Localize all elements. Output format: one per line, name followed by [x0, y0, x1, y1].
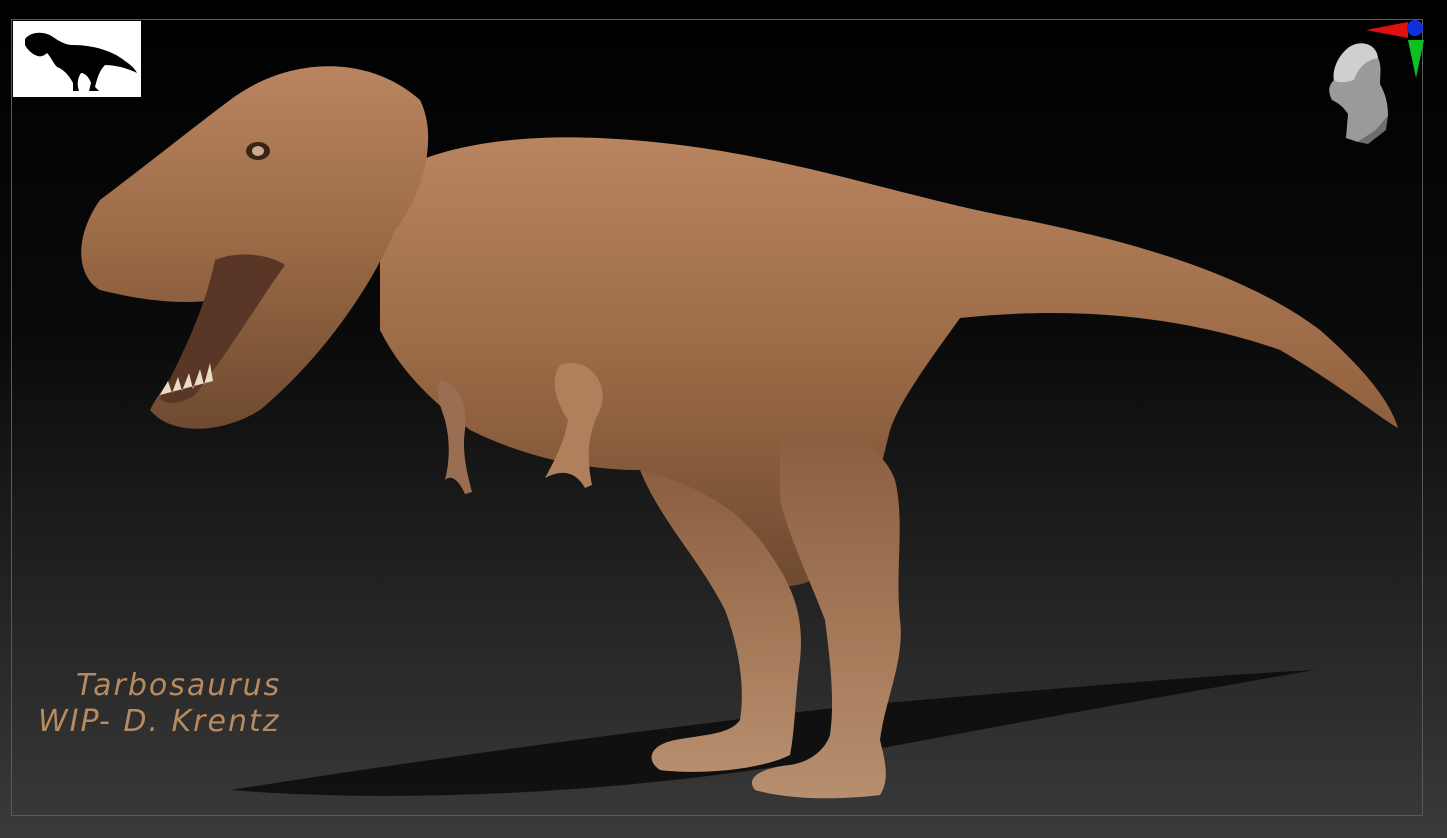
- head-orientation-gizmo-icon[interactable]: [1318, 18, 1428, 148]
- axis-y-icon: [1408, 40, 1424, 78]
- caption-title: Tarbosaurus: [76, 668, 282, 703]
- artist-caption: Tarbosaurus WIP- D. Krentz: [38, 668, 281, 740]
- caption-credit: WIP- D. Krentz: [38, 704, 281, 739]
- axis-x-icon: [1366, 22, 1408, 38]
- reference-thumbnail[interactable]: [13, 21, 141, 97]
- axis-z-icon: [1407, 20, 1423, 36]
- model-head: [81, 66, 429, 429]
- sculpt-viewport[interactable]: Tarbosaurus WIP- D. Krentz: [0, 0, 1447, 838]
- dinosaur-silhouette-icon: [25, 32, 137, 91]
